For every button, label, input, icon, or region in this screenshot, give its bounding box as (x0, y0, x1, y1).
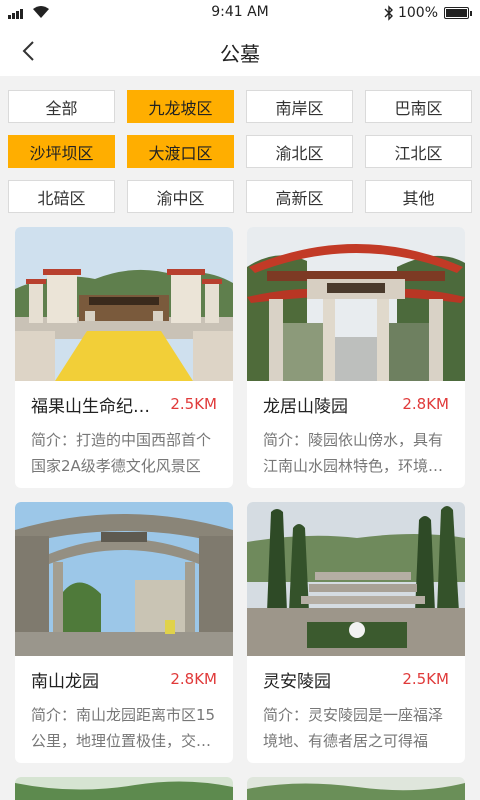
cemetery-description: 简介：灵安陵园是一座福泽境地、有德者居之可得福 (263, 706, 444, 750)
filter-chip-shapingba[interactable]: 沙坪坝区 (8, 135, 115, 168)
status-bar: 9:41 AM 100% (0, 0, 480, 26)
cemetery-description: 简介：打造的中国西部首个国家2A级孝德文化风景区 (31, 431, 212, 475)
filter-chip-label: 其他 (402, 188, 435, 208)
filter-chip-label: 大渡口区 (148, 143, 213, 163)
cemetery-description: 简介：南山龙园距离市区15公里，地理位置极佳，交通便利 (31, 706, 216, 750)
cemetery-card[interactable]: 南山龙园 2.8KM 简介：南山龙园距离市区15公里，地理位置极佳，交通便利 (15, 502, 233, 763)
filter-chip-label: 江北区 (394, 143, 443, 163)
filter-chip-label: 南岸区 (275, 98, 324, 118)
filter-chip-label: 北碚区 (37, 188, 86, 208)
filter-chip-jiangbei[interactable]: 江北区 (365, 135, 472, 168)
bluetooth-icon (384, 5, 393, 21)
filter-chip-beibei[interactable]: 北碚区 (8, 180, 115, 213)
filter-chip-all[interactable]: 全部 (8, 90, 115, 123)
cemetery-card[interactable]: 龙居山陵园 2.8KM 简介：陵园依山傍水，具有江南山水园林特色，环境优美 (247, 227, 465, 488)
cemetery-distance: 2.5KM (170, 395, 217, 413)
cemetery-description: 简介：陵园依山傍水，具有江南山水园林特色，环境优美 (263, 431, 444, 475)
cemetery-name: 南山龙园 (31, 671, 99, 692)
cemetery-photo (247, 502, 465, 656)
cemetery-card[interactable] (15, 777, 233, 800)
nav-bar: 公墓 (0, 26, 480, 76)
cemetery-card[interactable]: 灵安陵园 2.5KM 简介：灵安陵园是一座福泽境地、有德者居之可得福 (247, 502, 465, 763)
filter-chip-yuzhong[interactable]: 渝中区 (127, 180, 234, 213)
filter-chip-label: 高新区 (275, 188, 324, 208)
cemetery-distance: 2.5KM (402, 670, 449, 688)
cemetery-photo (247, 777, 465, 800)
cemetery-card[interactable] (247, 777, 465, 800)
cemetery-distance: 2.8KM (170, 670, 217, 688)
filter-chip-dadukou[interactable]: 大渡口区 (127, 135, 234, 168)
cemetery-name: 灵安陵园 (263, 671, 331, 692)
battery-percent: 100% (397, 5, 438, 21)
filter-chip-label: 渝北区 (275, 143, 324, 163)
filter-chip-label: 巴南区 (394, 98, 443, 118)
district-filter-grid: 全部 九龙坡区 南岸区 巴南区 沙坪坝区 大渡口区 渝北区 江北区 北碚区 渝中… (8, 90, 472, 213)
filter-chip-other[interactable]: 其他 (365, 180, 472, 213)
filter-chip-nanan[interactable]: 南岸区 (246, 90, 353, 123)
cemetery-list: 福果山生命纪念园 2.5KM 简介：打造的中国西部首个国家2A级孝德文化风景区 … (15, 227, 465, 800)
filter-chip-jiulongpo[interactable]: 九龙坡区 (127, 90, 234, 123)
filter-chip-label: 渝中区 (156, 188, 205, 208)
cemetery-photo (15, 777, 233, 800)
cemetery-photo (15, 227, 233, 381)
cemetery-card[interactable]: 福果山生命纪念园 2.5KM 简介：打造的中国西部首个国家2A级孝德文化风景区 (15, 227, 233, 488)
cemetery-photo (15, 502, 233, 656)
cemetery-distance: 2.8KM (402, 395, 449, 413)
filter-chip-label: 九龙坡区 (148, 98, 213, 118)
cemetery-photo (247, 227, 465, 381)
battery-icon (444, 7, 469, 19)
filter-chip-banan[interactable]: 巴南区 (365, 90, 472, 123)
cemetery-name: 龙居山陵园 (263, 396, 348, 417)
cemetery-name: 福果山生命纪念园 (31, 396, 161, 417)
filter-chip-label: 全部 (45, 98, 78, 118)
filter-chip-label: 沙坪坝区 (29, 143, 94, 163)
filter-chip-yubei[interactable]: 渝北区 (246, 135, 353, 168)
page-title: 公墓 (220, 42, 260, 66)
filter-chip-gaoxin[interactable]: 高新区 (246, 180, 353, 213)
